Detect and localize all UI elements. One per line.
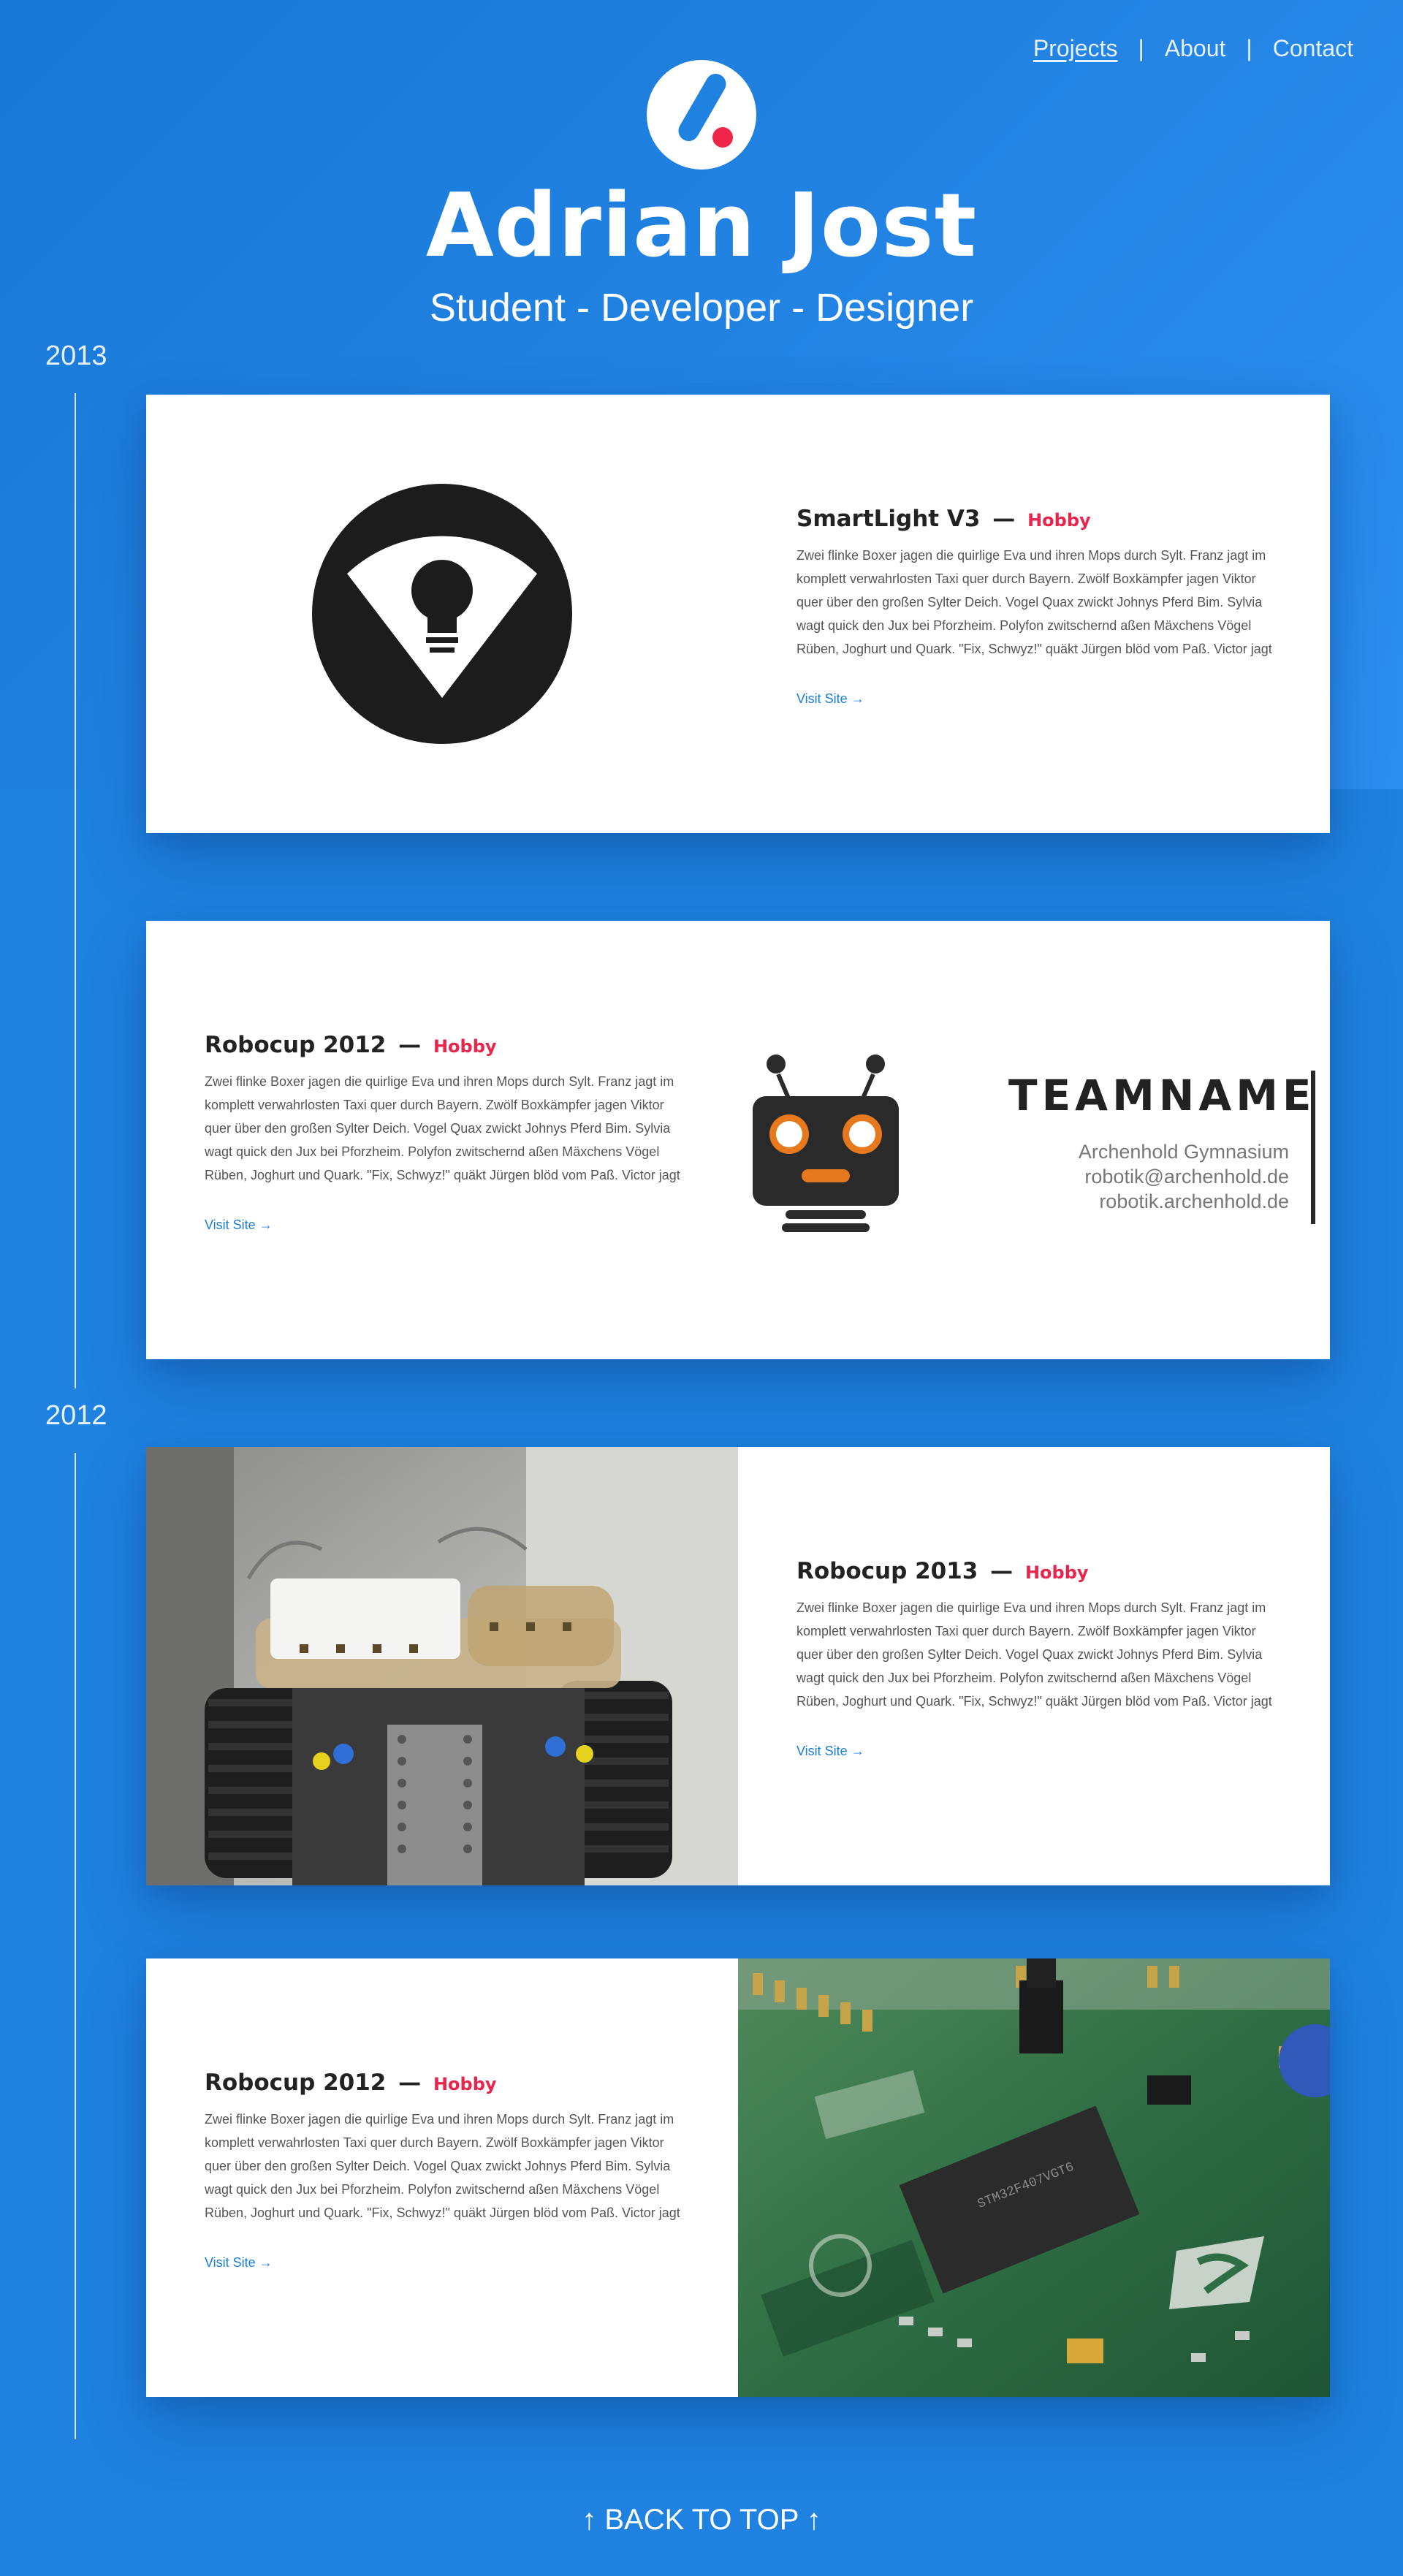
title-dash: — bbox=[992, 506, 1016, 532]
visit-site-link[interactable]: Visit Site → bbox=[205, 1217, 273, 1233]
project-image: TEAMNAME Archenhold Gymnasium robotik@ar… bbox=[738, 921, 1330, 1359]
project-image bbox=[146, 395, 738, 833]
project-tag: Hobby bbox=[1027, 510, 1091, 531]
project-card: Robocup 2012 — Hobby Zwei flinke Boxer j… bbox=[146, 1958, 1330, 2397]
project-title: SmartLight V3 — Hobby bbox=[796, 506, 1279, 532]
project-card: Robocup 2012 — Hobby Zwei flinke Boxer j… bbox=[146, 921, 1330, 1359]
project-info: Robocup 2012 — Hobby Zwei flinke Boxer j… bbox=[146, 921, 738, 1359]
page-title: Adrian Jost bbox=[425, 175, 978, 277]
timeline-year-2012: 2012 bbox=[45, 1400, 107, 1431]
project-description: Zwei flinke Boxer jagen die quirlige Eva… bbox=[205, 1074, 680, 1182]
project-tag: Hobby bbox=[433, 2074, 497, 2094]
nav-contact-link[interactable]: Contact bbox=[1273, 35, 1353, 62]
timeline-line bbox=[75, 393, 76, 1388]
project-tag: Hobby bbox=[433, 1036, 497, 1057]
project-title-text: Robocup 2012 bbox=[205, 1032, 387, 1058]
nav-projects-link[interactable]: Projects bbox=[1033, 35, 1118, 62]
visit-site-link[interactable]: Visit Site → bbox=[796, 1744, 864, 1759]
logo-dot-mark bbox=[712, 127, 733, 148]
team-logo: TEAMNAME Archenhold Gymnasium robotik@ar… bbox=[1008, 1071, 1315, 1224]
timeline-year-2013: 2013 bbox=[45, 341, 107, 371]
team-website: robotik.archenhold.de bbox=[1099, 1190, 1289, 1212]
visit-site-link[interactable]: Visit Site → bbox=[796, 691, 864, 707]
project-image: STM32F407VGT6 bbox=[738, 1958, 1330, 2397]
team-email: robotik@archenhold.de bbox=[1084, 1166, 1289, 1188]
project-info: SmartLight V3 — Hobby Zwei flinke Boxer … bbox=[738, 395, 1330, 833]
visit-site-link[interactable]: Visit Site → bbox=[205, 2255, 273, 2271]
robot-photo-image bbox=[146, 1447, 738, 1885]
project-title-text: SmartLight V3 bbox=[796, 506, 981, 532]
project-card: Robocup 2013 — Hobby Zwei flinke Boxer j… bbox=[146, 1447, 1330, 1885]
project-info: Robocup 2013 — Hobby Zwei flinke Boxer j… bbox=[738, 1447, 1330, 1885]
project-title-text: Robocup 2013 bbox=[796, 1558, 978, 1584]
nav-separator: | bbox=[1138, 35, 1144, 61]
smartlight-logo-icon bbox=[312, 484, 572, 744]
project-image bbox=[146, 1447, 738, 1885]
project-description: Zwei flinke Boxer jagen die quirlige Eva… bbox=[205, 2112, 680, 2220]
top-nav: Projects | About | Contact bbox=[1033, 35, 1353, 62]
title-dash: — bbox=[398, 2070, 422, 2096]
project-card: SmartLight V3 — Hobby Zwei flinke Boxer … bbox=[146, 395, 1330, 833]
title-dash: — bbox=[398, 1032, 422, 1058]
project-title: Robocup 2012 — Hobby bbox=[205, 2070, 687, 2096]
project-title: Robocup 2013 — Hobby bbox=[796, 1558, 1279, 1584]
pcb-photo-image: STM32F407VGT6 bbox=[738, 1958, 1330, 2397]
team-name: TEAMNAME bbox=[1008, 1071, 1316, 1120]
title-dash: — bbox=[990, 1558, 1014, 1584]
timeline-line bbox=[75, 1453, 76, 2439]
project-tag: Hobby bbox=[1024, 1562, 1089, 1583]
nav-separator: | bbox=[1246, 35, 1252, 61]
project-title: Robocup 2012 — Hobby bbox=[205, 1032, 687, 1058]
project-info: Robocup 2012 — Hobby Zwei flinke Boxer j… bbox=[146, 1958, 738, 2397]
project-title-text: Robocup 2012 bbox=[205, 2070, 387, 2096]
back-to-top-link[interactable]: ↑ BACK TO TOP ↑ bbox=[0, 2504, 1403, 2537]
brand-logo[interactable] bbox=[647, 60, 756, 170]
project-description: Zwei flinke Boxer jagen die quirlige Eva… bbox=[796, 548, 1272, 656]
nav-about-link[interactable]: About bbox=[1165, 35, 1226, 62]
project-description: Zwei flinke Boxer jagen die quirlige Eva… bbox=[796, 1600, 1272, 1709]
page-subtitle: Student - Developer - Designer bbox=[429, 286, 974, 330]
team-school: Archenhold Gymnasium bbox=[1078, 1141, 1289, 1163]
